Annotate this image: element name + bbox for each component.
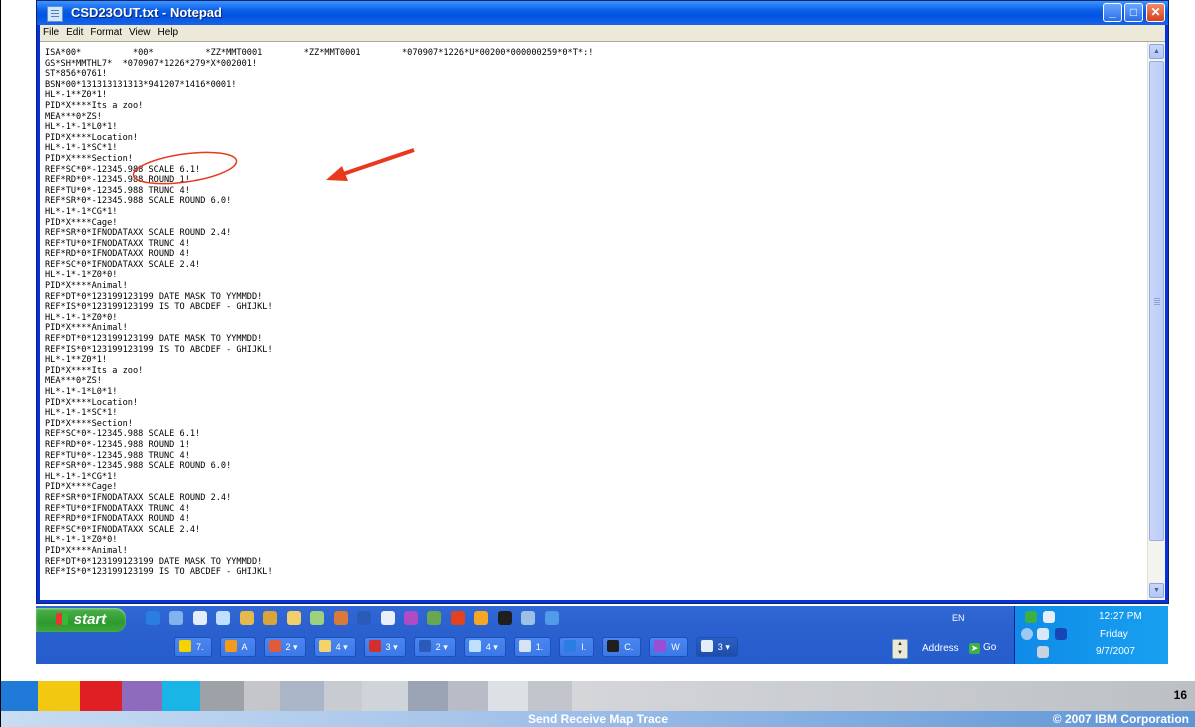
footer-copyright: © 2007 IBM Corporation [1052, 712, 1189, 726]
app-icon [224, 640, 237, 652]
folder-icon [318, 640, 331, 652]
office-icon[interactable] [450, 611, 465, 625]
task-button[interactable]: 4 ▾ [313, 637, 356, 657]
calculator-icon [518, 640, 531, 652]
window-title: CSD23OUT.txt - Notepad [71, 5, 222, 20]
notepad-icon [700, 640, 713, 652]
menu-bar: File Edit Format View Help [40, 25, 1165, 41]
ie-icon[interactable] [146, 611, 160, 625]
tool-icon[interactable] [333, 611, 348, 625]
network-tray-icon[interactable] [1025, 611, 1037, 623]
windows-logo-icon [55, 613, 68, 625]
footer-title: Send Receive Map Trace [527, 712, 669, 726]
task-button[interactable]: 2 ▾ [263, 637, 306, 657]
clock-date: 9/7/2007 [1096, 646, 1135, 657]
task-buttons: 7. A 2 ▾ 4 ▾ 3 ▾ 2 ▾ 4 ▾ 1. I. C. W 3 ▾ [174, 637, 746, 659]
task-button[interactable]: 4 ▾ [463, 637, 506, 657]
vertical-scrollbar[interactable]: ▲ ▼ [1147, 42, 1165, 600]
notepad-window: CSD23OUT.txt - Notepad _ □ ✕ File Edit For… [36, 0, 1169, 604]
mail-icon[interactable] [380, 611, 395, 625]
word-icon [418, 640, 431, 652]
address-label[interactable]: Address [922, 643, 959, 654]
computer-tray-icon[interactable] [1037, 628, 1049, 640]
start-button[interactable]: start [36, 608, 126, 632]
folder-icon[interactable] [286, 611, 301, 625]
task-button[interactable]: 1. [513, 637, 552, 657]
smiley-icon [179, 640, 191, 652]
cmd-icon[interactable] [497, 611, 512, 625]
search-icon[interactable] [216, 611, 231, 625]
web-icon [654, 640, 667, 652]
search-icon [468, 640, 481, 652]
quick-launch [146, 611, 564, 627]
menu-format[interactable]: Format [87, 25, 126, 38]
title-bar[interactable]: CSD23OUT.txt - Notepad _ □ ✕ [37, 1, 1168, 25]
app-icon[interactable] [544, 611, 559, 625]
system-tray: 12:27 PM Friday 9/7/2007 [1014, 606, 1168, 664]
notepad-quick-icon[interactable] [192, 611, 207, 625]
volume-icon[interactable] [1043, 611, 1055, 623]
footer-decoration [1, 681, 1195, 711]
image-icon [268, 640, 281, 652]
scroll-thumb[interactable] [1149, 61, 1164, 541]
menu-help[interactable]: Help [155, 25, 183, 38]
minimize-button[interactable]: _ [1103, 3, 1122, 22]
maximize-button[interactable]: □ [1124, 3, 1143, 22]
bluetooth-icon[interactable] [1055, 628, 1067, 640]
gear-icon[interactable] [427, 611, 442, 625]
network-icon[interactable] [239, 611, 254, 625]
paint-icon[interactable] [403, 611, 418, 625]
shield-icon[interactable] [1037, 646, 1049, 658]
users-icon[interactable] [263, 611, 278, 625]
clock-time[interactable]: 12:27 PM [1099, 611, 1142, 622]
editor-text[interactable]: ISA*00* *00* *ZZ*MMT0001 *ZZ*MMT0001 *07… [45, 48, 1141, 578]
chevron-left-icon[interactable] [1021, 628, 1033, 640]
close-button[interactable]: ✕ [1146, 3, 1165, 22]
task-button[interactable]: I. [559, 637, 595, 657]
pdf-icon [368, 640, 381, 652]
menu-view[interactable]: View [126, 25, 155, 38]
task-button[interactable]: 3 ▾ [363, 637, 406, 657]
scroll-up-button[interactable]: ▲ [1149, 44, 1164, 59]
task-button[interactable]: C. [602, 637, 642, 657]
text-editor[interactable]: ISA*00* *00* *ZZ*MMT0001 *ZZ*MMT0001 *07… [40, 41, 1165, 600]
media-icon[interactable] [474, 611, 489, 625]
language-indicator[interactable]: EN [952, 613, 965, 623]
task-button[interactable]: 7. [174, 637, 212, 657]
clock-day: Friday [1100, 629, 1128, 640]
scroll-down-button[interactable]: ▼ [1149, 583, 1164, 598]
go-button[interactable]: ➤ Go [969, 642, 996, 654]
taskbar: start EN 7. A 2 ▾ 4 ▾ 3 ▾ 2 ▾ 4 ▾ 1. I. C. W 3 ▾ ▲ ▼… [36, 606, 1168, 664]
notepad-icon[interactable] [47, 6, 63, 22]
task-button-active[interactable]: 3 ▾ [695, 637, 738, 657]
ie-icon [564, 640, 577, 652]
menu-edit[interactable]: Edit [63, 25, 87, 38]
chart-icon[interactable] [310, 611, 325, 625]
start-label: start [73, 611, 107, 628]
go-arrow-icon: ➤ [969, 643, 980, 654]
page-number: 16 [1173, 688, 1187, 702]
task-button[interactable]: A [219, 637, 256, 657]
menu-file[interactable]: File [40, 25, 63, 38]
calc-icon[interactable] [521, 611, 536, 625]
word-icon[interactable] [357, 611, 372, 625]
task-button[interactable]: 2 ▾ [413, 637, 456, 657]
cmd-icon [607, 640, 620, 652]
task-button[interactable]: W [649, 637, 688, 657]
explorer-icon[interactable] [169, 611, 184, 625]
footer-bar: Send Receive Map Trace © 2007 IBM Corpor… [1, 711, 1195, 727]
address-toggle[interactable]: ▲ ▼ [892, 639, 908, 659]
